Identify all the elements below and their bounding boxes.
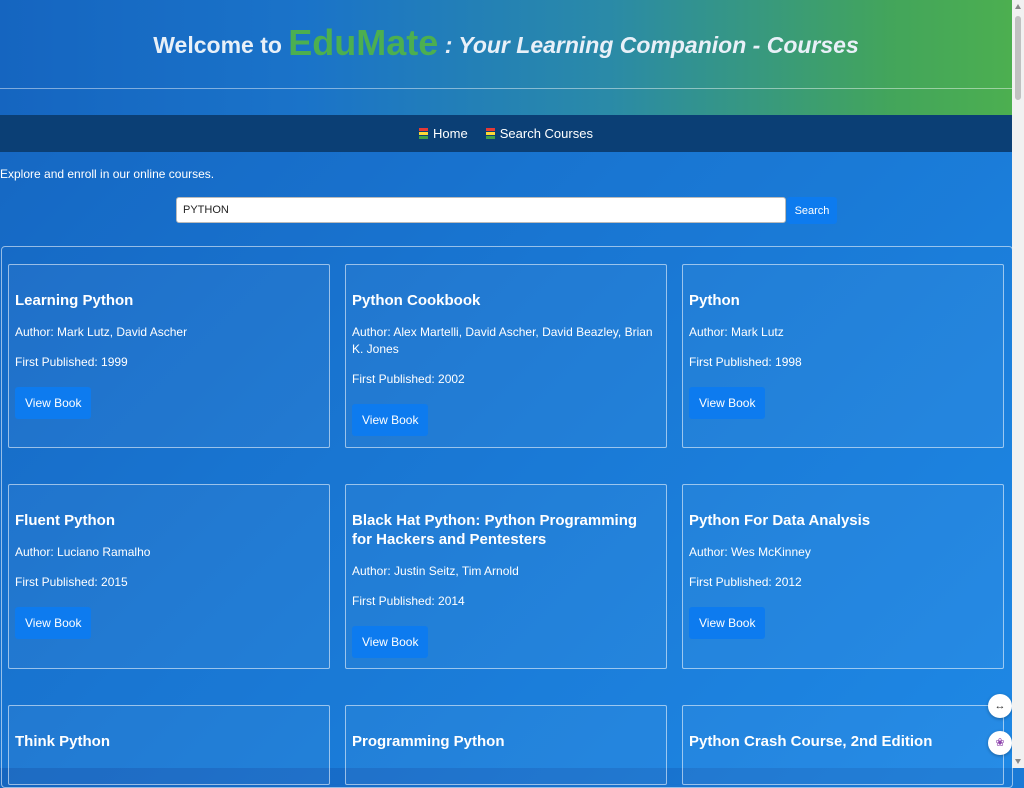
search-input[interactable] xyxy=(176,197,786,223)
book-author: Author: Justin Seitz, Tim Arnold xyxy=(352,564,519,578)
view-book-button[interactable]: View Book xyxy=(15,387,92,419)
view-book-button[interactable]: View Book xyxy=(15,607,92,639)
book-card: Black Hat Python: Python Programming for… xyxy=(345,484,667,669)
book-card: Fluent Python Author: Luciano Ramalho Fi… xyxy=(8,484,330,669)
intro-text: Explore and enroll in our online courses… xyxy=(0,167,215,181)
book-title: Think Python xyxy=(15,733,110,750)
main-nav: Home Search Courses xyxy=(0,115,1012,152)
view-book-button[interactable]: View Book xyxy=(689,607,766,639)
results-panel: Learning Python Author: Mark Lutz, David… xyxy=(1,246,1013,788)
book-card: Programming Python xyxy=(345,705,667,785)
book-title: Python xyxy=(689,292,740,309)
book-published: First Published: 1998 xyxy=(689,355,802,369)
book-published: First Published: 2012 xyxy=(689,575,802,589)
search-button[interactable]: Search xyxy=(787,197,837,224)
page-scrollbar[interactable] xyxy=(1012,0,1024,768)
book-title: Python Cookbook xyxy=(352,292,481,309)
book-published: First Published: 2002 xyxy=(352,372,465,386)
brain-icon[interactable]: ❀ xyxy=(988,731,1012,755)
book-published: First Published: 2015 xyxy=(15,575,128,589)
book-title: Fluent Python xyxy=(15,512,115,529)
page-header: Welcome to EduMate : Your Learning Compa… xyxy=(0,0,1012,115)
book-title: Black Hat Python: Python Programming for… xyxy=(352,512,638,548)
book-title: Learning Python xyxy=(15,292,134,309)
book-title: Programming Python xyxy=(352,733,505,750)
book-card: Think Python xyxy=(8,705,330,785)
scroll-up-icon[interactable] xyxy=(1015,4,1021,9)
book-author: Author: Mark Lutz xyxy=(689,325,784,339)
page-title: Welcome to EduMate : Your Learning Compa… xyxy=(0,22,1012,64)
book-author: Author: Mark Lutz, David Ascher xyxy=(15,325,188,339)
book-published: First Published: 1999 xyxy=(15,355,128,369)
header-divider xyxy=(0,88,1012,89)
book-card: Python For Data Analysis Author: Wes McK… xyxy=(682,484,1004,669)
nav-search-courses[interactable]: Search Courses xyxy=(485,126,593,141)
book-author: Author: Wes McKinney xyxy=(689,545,811,559)
book-card: Learning Python Author: Mark Lutz, David… xyxy=(8,264,330,448)
tagline: : Your Learning Companion - Courses xyxy=(444,32,859,58)
nav-home[interactable]: Home xyxy=(419,126,468,141)
books-icon xyxy=(485,128,495,139)
translate-icon[interactable]: ↔ xyxy=(988,694,1012,718)
welcome-text: Welcome to xyxy=(153,32,282,58)
scroll-down-icon[interactable] xyxy=(1015,759,1021,764)
nav-search-courses-label: Search Courses xyxy=(499,126,593,141)
nav-home-label: Home xyxy=(433,126,468,141)
view-book-button[interactable]: View Book xyxy=(352,626,429,658)
book-card: Python Author: Mark Lutz First Published… xyxy=(682,264,1004,448)
books-icon xyxy=(419,128,429,139)
scroll-thumb[interactable] xyxy=(1015,16,1021,100)
book-published: First Published: 2014 xyxy=(352,594,465,608)
book-author: Author: Alex Martelli, David Ascher, Dav… xyxy=(352,325,653,356)
book-card: Python Crash Course, 2nd Edition xyxy=(682,705,1004,785)
book-title: Python For Data Analysis xyxy=(689,512,871,529)
view-book-button[interactable]: View Book xyxy=(352,404,429,436)
book-title: Python Crash Course, 2nd Edition xyxy=(689,733,933,750)
book-author: Author: Luciano Ramalho xyxy=(15,545,151,559)
brand-name: EduMate xyxy=(288,22,439,63)
view-book-button[interactable]: View Book xyxy=(689,387,766,419)
book-card: Python Cookbook Author: Alex Martelli, D… xyxy=(345,264,667,448)
